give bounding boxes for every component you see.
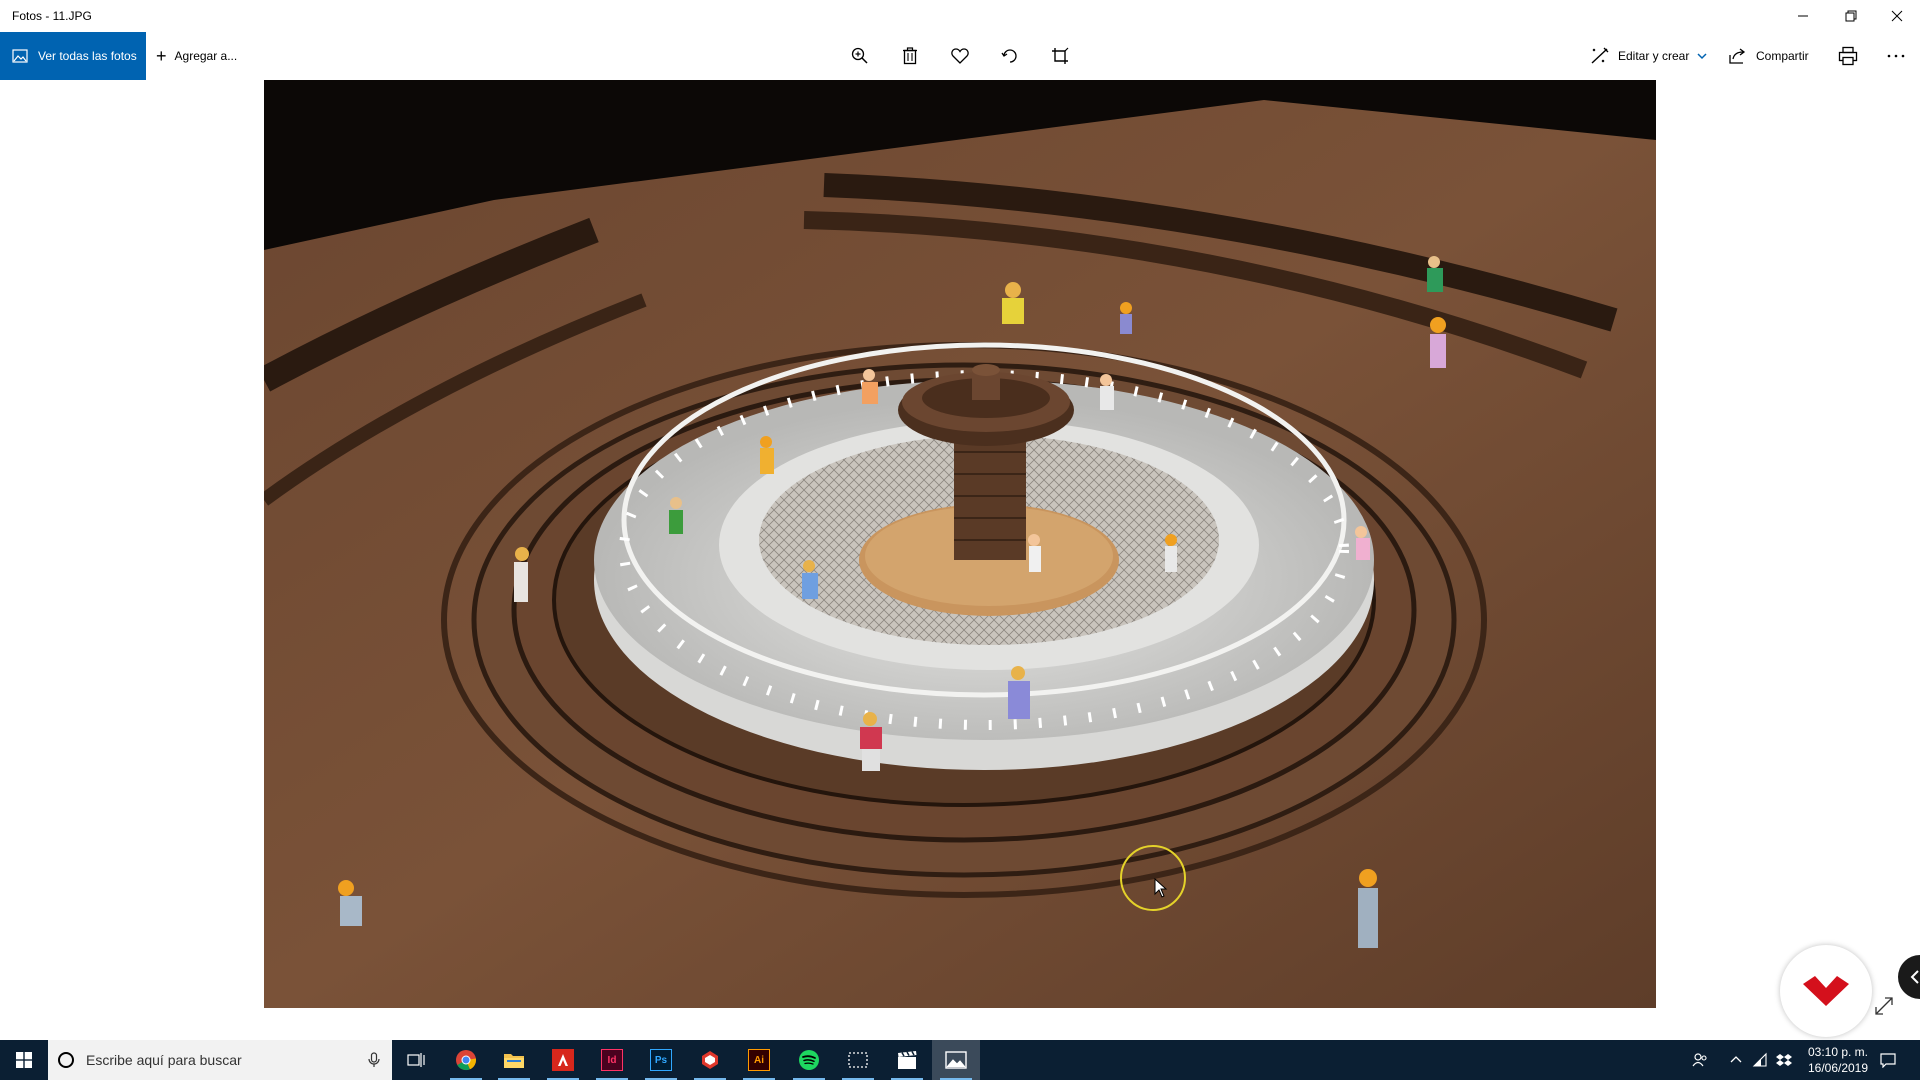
- close-icon: [1891, 10, 1903, 22]
- photoshop-icon: Ps: [650, 1049, 672, 1071]
- taskbar-app-file-explorer[interactable]: [490, 1040, 538, 1080]
- folder-icon: [504, 1054, 524, 1068]
- task-view-icon: [407, 1053, 425, 1067]
- print-button[interactable]: [1836, 44, 1860, 68]
- chevron-up-icon[interactable]: [1728, 1052, 1744, 1068]
- restore-icon: [1845, 10, 1857, 22]
- edit-create-label: Editar y crear: [1618, 49, 1690, 63]
- add-to-label: Agregar a...: [174, 49, 238, 63]
- windows-logo-icon: [16, 1052, 32, 1068]
- photo-icon: [12, 49, 28, 63]
- sketchup-icon: [702, 1051, 718, 1069]
- share-button[interactable]: Compartir: [1728, 32, 1809, 80]
- zoom-button[interactable]: [848, 44, 872, 68]
- spotify-icon: [799, 1050, 819, 1070]
- window-title: Fotos - 11.JPG: [12, 9, 92, 23]
- taskbar-app-spotify[interactable]: [785, 1040, 833, 1080]
- rotate-icon: [1001, 49, 1017, 63]
- more-options-button[interactable]: [1884, 44, 1908, 68]
- share-icon: [1729, 48, 1746, 64]
- crop-icon: [1052, 47, 1069, 64]
- zoom-in-icon: [851, 47, 868, 64]
- taskbar-app-photoshop[interactable]: Ps: [637, 1040, 685, 1080]
- edit-create-button[interactable]: Editar y crear: [1590, 32, 1715, 80]
- minimize-icon: [1798, 15, 1808, 17]
- delete-button[interactable]: [898, 44, 922, 68]
- rotate-button[interactable]: [998, 44, 1022, 68]
- edit-create-icon: [1591, 47, 1609, 64]
- photo-viewer[interactable]: [264, 80, 1656, 1008]
- favorite-button[interactable]: [948, 44, 972, 68]
- start-button[interactable]: [0, 1040, 48, 1080]
- clock-date: 16/06/2019: [1807, 1061, 1869, 1075]
- clapperboard-icon: [898, 1051, 917, 1069]
- view-all-photos-button[interactable]: Ver todas las fotos: [0, 32, 146, 80]
- crop-button[interactable]: [1048, 44, 1072, 68]
- red-chevron-logo-icon: [1803, 976, 1849, 1006]
- print-icon: [1838, 46, 1858, 66]
- floating-logo-button[interactable]: [1780, 945, 1872, 1037]
- taskbar-app-video-editor[interactable]: [883, 1040, 931, 1080]
- clock-time: 03:10 p. m.: [1807, 1045, 1869, 1059]
- restore-button[interactable]: [1828, 0, 1874, 32]
- network-icon[interactable]: [1752, 1052, 1768, 1068]
- taskbar: Escribe aquí para buscar Id Ps Ai 03:10 …: [0, 1040, 1920, 1080]
- notifications-icon[interactable]: [1880, 1052, 1896, 1068]
- taskbar-app-snipping-tool[interactable]: [834, 1040, 882, 1080]
- view-all-photos-label: Ver todas las fotos: [38, 49, 137, 63]
- heart-icon: [951, 48, 969, 64]
- taskbar-search-box[interactable]: Escribe aquí para buscar: [48, 1040, 392, 1080]
- toolbar: Ver todas las fotos + Agregar a... Edita…: [0, 32, 1920, 80]
- people-icon[interactable]: [1692, 1052, 1708, 1068]
- illustrator-icon: Ai: [748, 1049, 770, 1071]
- acrobat-glyph-icon: [558, 1054, 568, 1066]
- title-bar: Fotos - 11.JPG: [0, 0, 1920, 32]
- share-label: Compartir: [1756, 49, 1809, 63]
- task-view-button[interactable]: [392, 1040, 440, 1080]
- acrobat-icon: [552, 1049, 574, 1071]
- taskbar-app-photos[interactable]: [932, 1040, 980, 1080]
- add-to-button[interactable]: + Agregar a...: [156, 32, 237, 80]
- chevron-left-icon: [1910, 970, 1919, 984]
- cursor-highlight: [1120, 845, 1186, 911]
- chrome-icon: [456, 1050, 477, 1071]
- taskbar-clock[interactable]: 03:10 p. m. 16/06/2019: [1796, 1044, 1880, 1076]
- photos-app-icon: [945, 1051, 967, 1069]
- plus-icon: +: [156, 45, 167, 66]
- taskbar-app-acrobat[interactable]: [539, 1040, 587, 1080]
- expand-icon[interactable]: [1872, 994, 1896, 1018]
- mouse-cursor-icon: [1154, 878, 1168, 898]
- chevron-down-icon: [1697, 53, 1707, 60]
- search-placeholder: Escribe aquí para buscar: [86, 1052, 242, 1068]
- microphone-icon[interactable]: [368, 1052, 380, 1068]
- trash-icon: [903, 47, 917, 65]
- more-icon: [1887, 54, 1905, 58]
- taskbar-app-indesign[interactable]: Id: [588, 1040, 636, 1080]
- indesign-icon: Id: [601, 1049, 623, 1071]
- cortana-icon: [58, 1052, 74, 1068]
- snipping-tool-icon: [848, 1052, 868, 1068]
- taskbar-app-sketchup[interactable]: [686, 1040, 734, 1080]
- side-panel-tab[interactable]: [1898, 955, 1920, 999]
- close-button[interactable]: [1874, 0, 1920, 32]
- minimize-button[interactable]: [1780, 0, 1826, 32]
- dropbox-icon[interactable]: [1776, 1052, 1792, 1068]
- taskbar-app-illustrator[interactable]: Ai: [735, 1040, 783, 1080]
- taskbar-app-chrome[interactable]: [442, 1040, 490, 1080]
- fountain-model-photo: [264, 80, 1656, 1008]
